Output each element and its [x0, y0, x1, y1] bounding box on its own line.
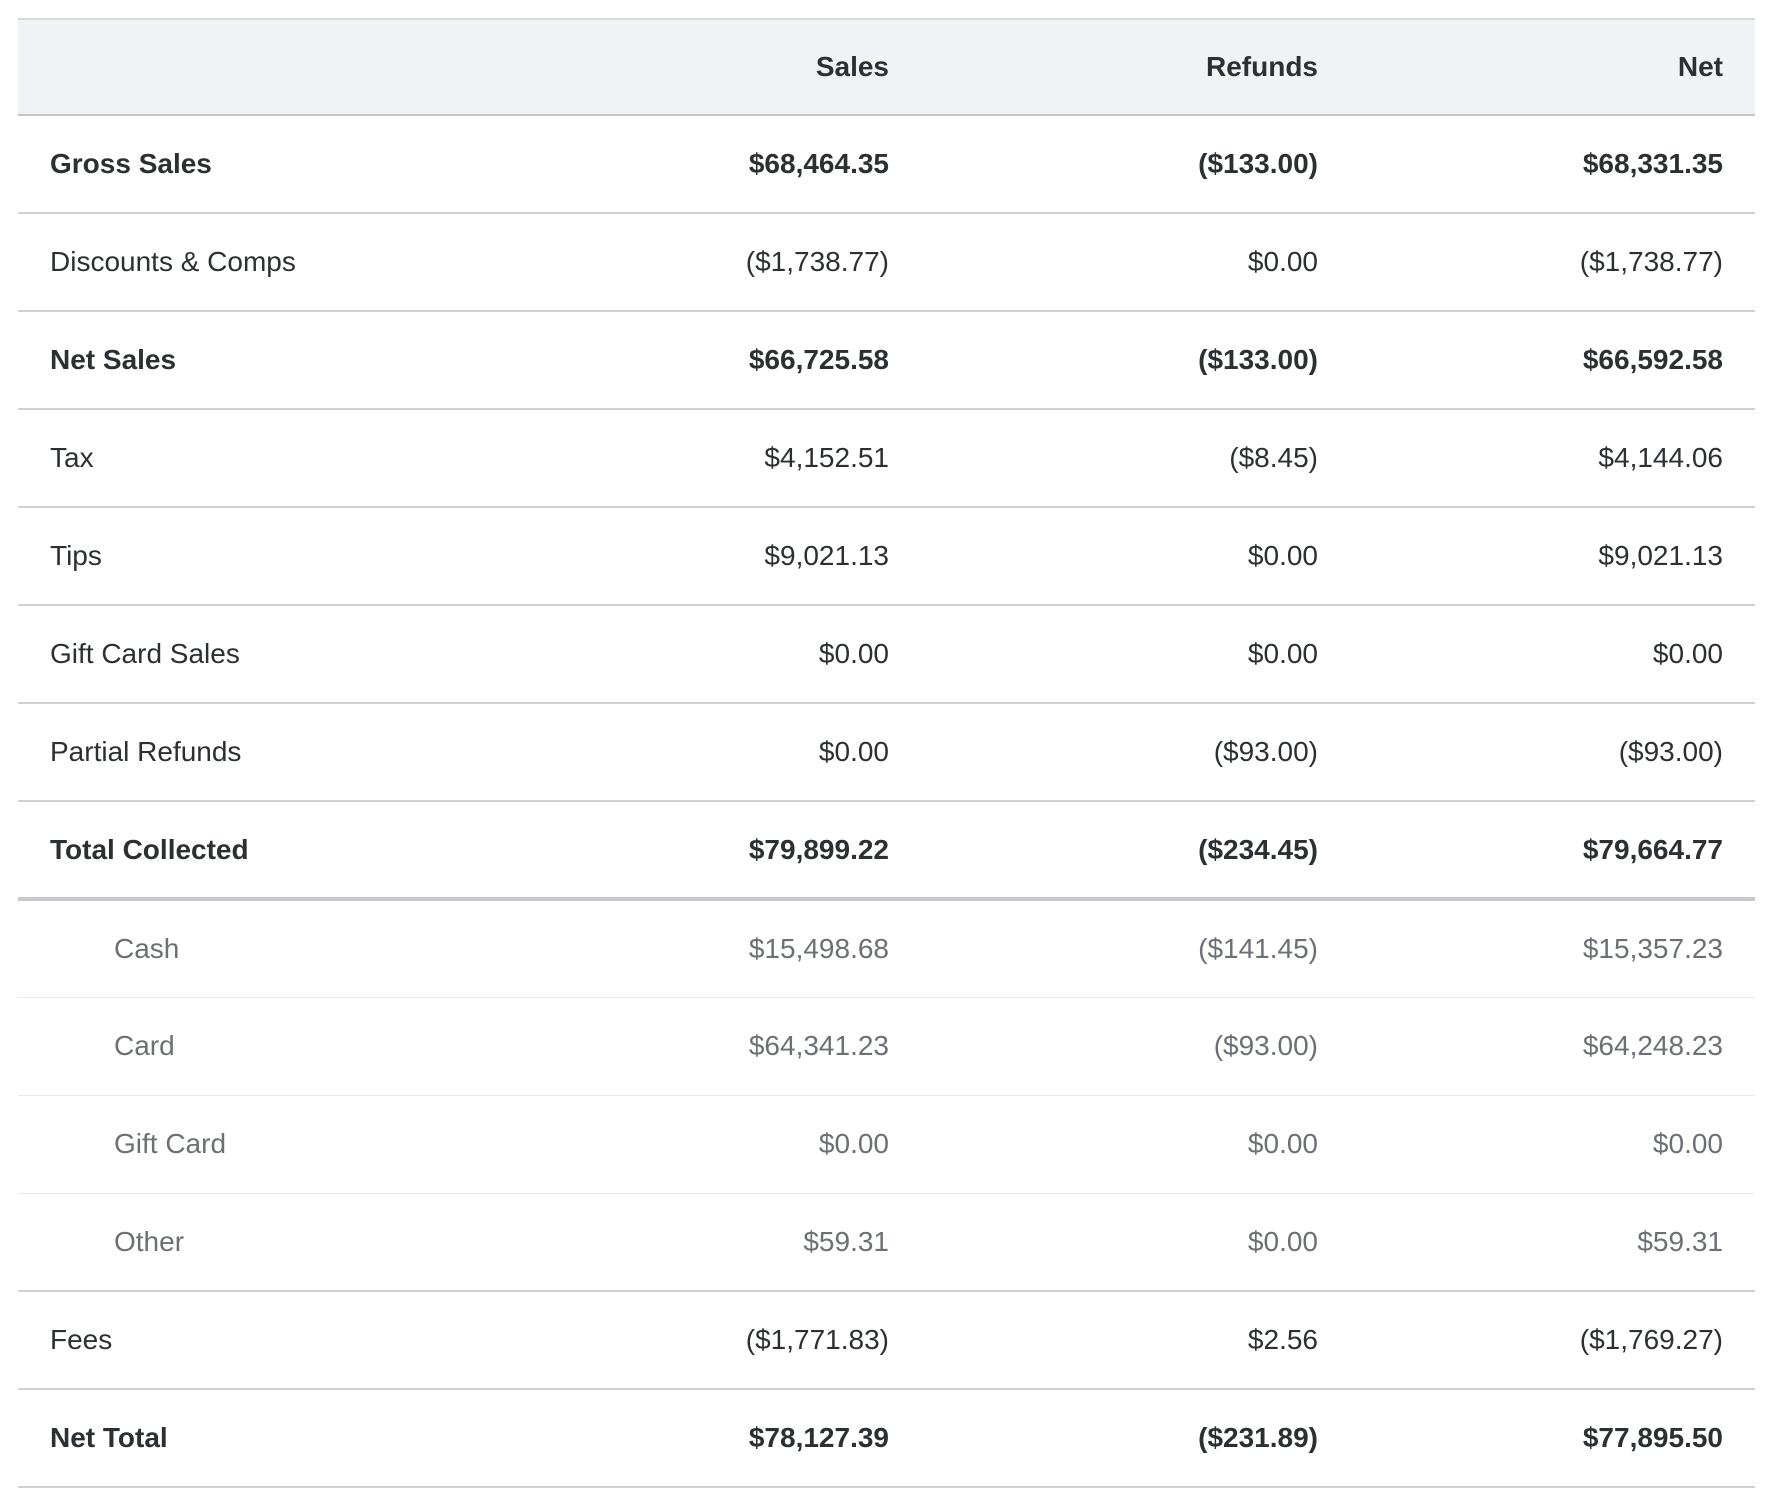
- row-label: Cash: [18, 899, 567, 998]
- cell-refunds: ($234.45): [889, 801, 1318, 901]
- cell-refunds: ($93.00): [889, 703, 1318, 802]
- row-net-total: Net Total $78,127.39 ($231.89) $77,895.5…: [18, 1389, 1755, 1488]
- row-label: Gift Card Sales: [18, 605, 567, 704]
- row-gross-sales: Gross Sales $68,464.35 ($133.00) $68,331…: [18, 115, 1755, 214]
- row-label: Fees: [18, 1291, 567, 1390]
- sales-summary-panel: Sales Refunds Net Gross Sales $68,464.35…: [18, 18, 1755, 1488]
- cell-refunds: ($231.89): [889, 1389, 1318, 1488]
- cell-sales: $66,725.58: [567, 311, 889, 410]
- header-refunds: Refunds: [889, 18, 1318, 116]
- cell-net: ($93.00): [1318, 703, 1755, 802]
- row-label: Card: [18, 997, 567, 1096]
- row-label: Gift Card: [18, 1095, 567, 1194]
- row-label: Other: [18, 1193, 567, 1292]
- row-total-collected: Total Collected $79,899.22 ($234.45) $79…: [18, 801, 1755, 901]
- cell-refunds: $0.00: [889, 1095, 1318, 1194]
- row-gift-card-sales: Gift Card Sales $0.00 $0.00 $0.00: [18, 605, 1755, 704]
- cell-net: ($1,769.27): [1318, 1291, 1755, 1390]
- cell-sales: $68,464.35: [567, 115, 889, 214]
- row-label: Net Sales: [18, 311, 567, 410]
- cell-sales: $9,021.13: [567, 507, 889, 606]
- cell-net: $79,664.77: [1318, 801, 1755, 901]
- cell-sales: $59.31: [567, 1193, 889, 1292]
- row-fees: Fees ($1,771.83) $2.56 ($1,769.27): [18, 1291, 1755, 1390]
- cell-refunds: ($133.00): [889, 311, 1318, 410]
- cell-refunds: $0.00: [889, 605, 1318, 704]
- cell-net: $0.00: [1318, 1095, 1755, 1194]
- row-other: Other $59.31 $0.00 $59.31: [18, 1193, 1755, 1292]
- cell-sales: $79,899.22: [567, 801, 889, 901]
- row-card: Card $64,341.23 ($93.00) $64,248.23: [18, 997, 1755, 1096]
- row-label: Tax: [18, 409, 567, 508]
- cell-refunds: $0.00: [889, 1193, 1318, 1292]
- table-header-row: Sales Refunds Net: [18, 18, 1755, 116]
- sales-summary-table: Sales Refunds Net Gross Sales $68,464.35…: [18, 18, 1755, 1488]
- cell-sales: $0.00: [567, 1095, 889, 1194]
- cell-net: $77,895.50: [1318, 1389, 1755, 1488]
- row-label: Total Collected: [18, 801, 567, 901]
- row-tips: Tips $9,021.13 $0.00 $9,021.13: [18, 507, 1755, 606]
- cell-net: $15,357.23: [1318, 899, 1755, 998]
- cell-sales: ($1,738.77): [567, 213, 889, 312]
- cell-sales: $0.00: [567, 703, 889, 802]
- cell-net: $0.00: [1318, 605, 1755, 704]
- header-label-column: [18, 18, 567, 116]
- cell-sales: $4,152.51: [567, 409, 889, 508]
- cell-net: $9,021.13: [1318, 507, 1755, 606]
- header-net: Net: [1318, 18, 1755, 116]
- row-label: Partial Refunds: [18, 703, 567, 802]
- cell-net: $59.31: [1318, 1193, 1755, 1292]
- row-label: Tips: [18, 507, 567, 606]
- row-label: Gross Sales: [18, 115, 567, 214]
- cell-refunds: $0.00: [889, 213, 1318, 312]
- cell-net: $64,248.23: [1318, 997, 1755, 1096]
- cell-net: $66,592.58: [1318, 311, 1755, 410]
- header-sales: Sales: [567, 18, 889, 116]
- cell-refunds: ($141.45): [889, 899, 1318, 998]
- cell-refunds: ($133.00): [889, 115, 1318, 214]
- cell-refunds: $2.56: [889, 1291, 1318, 1390]
- cell-net: $68,331.35: [1318, 115, 1755, 214]
- row-label: Discounts & Comps: [18, 213, 567, 312]
- cell-net: ($1,738.77): [1318, 213, 1755, 312]
- cell-sales: $0.00: [567, 605, 889, 704]
- row-partial-refunds: Partial Refunds $0.00 ($93.00) ($93.00): [18, 703, 1755, 802]
- cell-sales: $15,498.68: [567, 899, 889, 998]
- row-tax: Tax $4,152.51 ($8.45) $4,144.06: [18, 409, 1755, 508]
- cell-sales: ($1,771.83): [567, 1291, 889, 1390]
- cell-sales: $64,341.23: [567, 997, 889, 1096]
- row-discounts-comps: Discounts & Comps ($1,738.77) $0.00 ($1,…: [18, 213, 1755, 312]
- cell-refunds: ($8.45): [889, 409, 1318, 508]
- cell-net: $4,144.06: [1318, 409, 1755, 508]
- cell-refunds: ($93.00): [889, 997, 1318, 1096]
- cell-refunds: $0.00: [889, 507, 1318, 606]
- cell-sales: $78,127.39: [567, 1389, 889, 1488]
- row-label: Net Total: [18, 1389, 567, 1488]
- row-gift-card: Gift Card $0.00 $0.00 $0.00: [18, 1095, 1755, 1194]
- row-net-sales: Net Sales $66,725.58 ($133.00) $66,592.5…: [18, 311, 1755, 410]
- row-cash: Cash $15,498.68 ($141.45) $15,357.23: [18, 899, 1755, 998]
